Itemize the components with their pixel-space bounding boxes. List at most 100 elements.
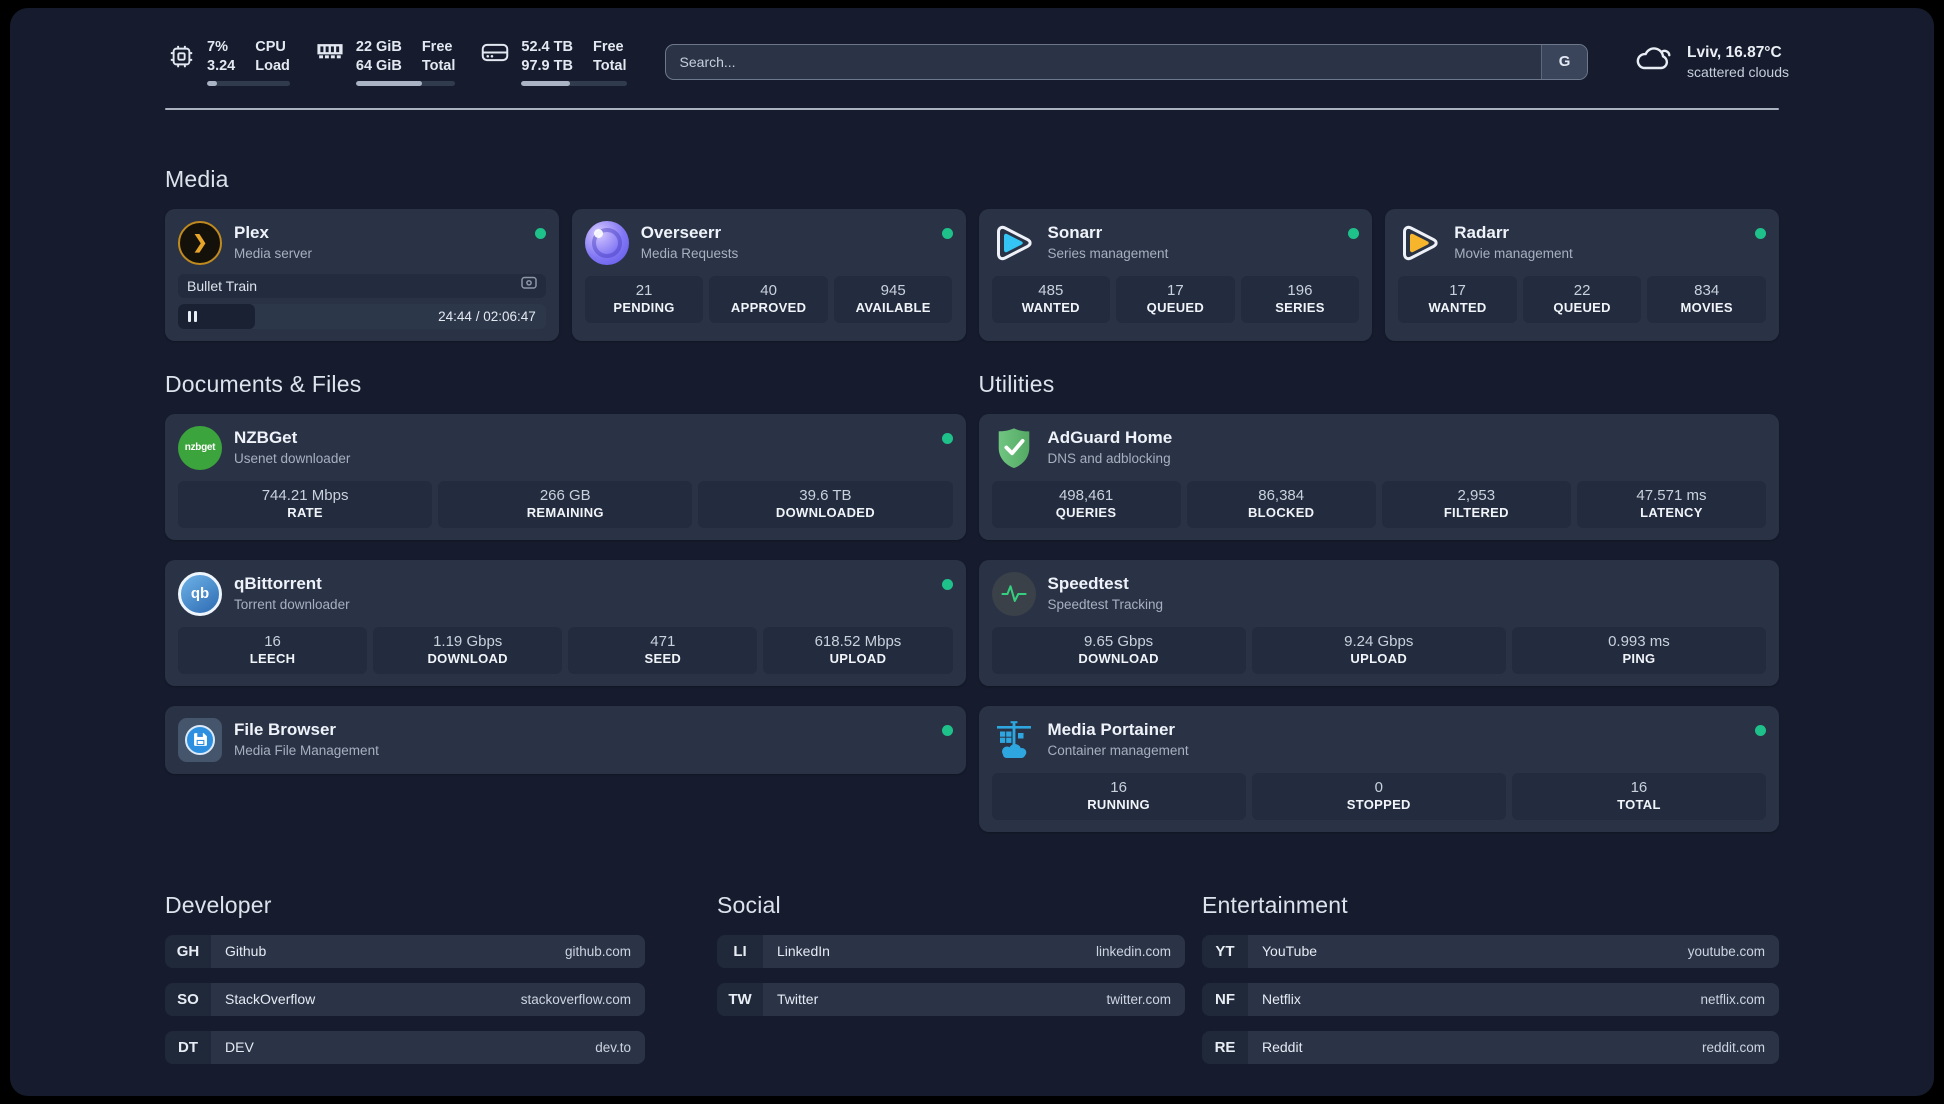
stat-value: 834 (1694, 281, 1720, 299)
stat-label: UPLOAD (1350, 650, 1408, 666)
app-card-speedtest[interactable]: Speedtest Speedtest Tracking 9.65 Gbps D… (978, 559, 1779, 686)
stat-tile-queries: 498,461 QUERIES (991, 480, 1181, 528)
playback-time: 24:44 / 02:06:47 (438, 308, 536, 324)
stat-label: QUEUED (1553, 299, 1611, 315)
bookmark-dev-to[interactable]: DT DEV dev.to (165, 1030, 645, 1064)
stat-value: 266 GB (539, 486, 591, 504)
app-card-filebrowser[interactable]: File Browser Media File Management (165, 705, 966, 774)
top-bar: 7% 3.24 CPU Load 22 GiB 64 GiB Free Tota… (165, 38, 1789, 86)
status-dot-online (941, 227, 953, 239)
stat-tile-stopped: 0 STOPPED (1251, 772, 1506, 820)
stat-value: 21 (635, 281, 653, 299)
weather-widget: Lviv, 16.87°C scattered clouds (1634, 44, 1789, 80)
stat-label: PENDING (613, 299, 675, 315)
stat-tile-queued: 17 QUEUED (1116, 275, 1235, 323)
qbittorrent-icon: qb (178, 571, 222, 616)
app-card-qbittorrent[interactable]: qb qBittorrent Torrent downloader 16 LEE… (165, 559, 966, 686)
storage-progress-fill (521, 80, 570, 86)
stat-value: 39.6 TB (799, 486, 852, 504)
app-card-plex[interactable]: ❯ Plex Media server Bullet Train 24:44 /… (165, 208, 559, 341)
bookmark-twitter[interactable]: TW Twitter twitter.com (717, 982, 1185, 1016)
stat-label: RATE (287, 504, 323, 520)
bookmark-youtube[interactable]: YT YouTube youtube.com (1202, 934, 1779, 968)
app-card-adguard[interactable]: AdGuard Home DNS and adblocking 498,461 … (978, 413, 1779, 540)
app-name: Speedtest (1047, 573, 1129, 593)
stat-label: STOPPED (1346, 796, 1411, 812)
bookmark-linkedin[interactable]: LI LinkedIn linkedin.com (717, 934, 1185, 968)
search-provider-button[interactable]: G (1541, 44, 1588, 79)
stat-tile-download: 9.65 Gbps DOWNLOAD (991, 626, 1246, 674)
stat-value: 16 (264, 632, 281, 650)
app-card-radarr[interactable]: Radarr Movie management 17 WANTED 22 QUE… (1385, 208, 1779, 341)
app-name: Plex (234, 222, 269, 242)
bookmark-name: StackOverflow (225, 991, 316, 1008)
stat-value: 1.19 Gbps (433, 632, 503, 650)
bookmark-reddit[interactable]: RE Reddit reddit.com (1202, 1030, 1779, 1064)
stat-tile-rate: 744.21 Mbps RATE (178, 480, 433, 528)
stat-label: DOWNLOADED (775, 504, 875, 520)
stat-tile-pending: 21 PENDING (584, 275, 704, 323)
stat-label: LATENCY (1640, 504, 1703, 520)
section-title-utilities: Utilities (978, 370, 1055, 397)
storage-total-value: 97.9 TB (521, 57, 573, 74)
search-bar[interactable]: G (664, 43, 1589, 80)
section-utilities: Utilities AdGuard Home DNS and adblockin… (978, 370, 1779, 832)
stat-value: 86,384 (1258, 486, 1305, 504)
app-name: AdGuard Home (1047, 427, 1173, 447)
app-card-overseerr[interactable]: Overseerr Media Requests 21 PENDING 40 A… (571, 208, 966, 341)
bookmark-url: github.com (564, 943, 631, 959)
search-input[interactable] (665, 44, 1542, 79)
dashboard: 7% 3.24 CPU Load 22 GiB 64 GiB Free Tota… (10, 8, 1934, 1096)
overseerr-icon (584, 220, 629, 265)
portainer-crane-icon (992, 718, 1036, 762)
cloud-icon (1634, 44, 1674, 79)
storage-free-value: 52.4 TB (521, 39, 573, 55)
bookmark-github[interactable]: GH Github github.com (165, 934, 645, 968)
adguard-shield-icon (992, 426, 1036, 470)
bookmark-stackoverflow[interactable]: SO StackOverflow stackoverflow.com (165, 982, 645, 1016)
section-entertainment: Entertainment YT YouTube youtube.com NF … (1202, 892, 1779, 1079)
app-description: Media server (234, 246, 313, 262)
stat-value: 945 (880, 281, 906, 299)
app-card-sonarr[interactable]: Sonarr Series management 485 WANTED 17 Q… (978, 208, 1373, 341)
app-description: DNS and adblocking (1047, 451, 1171, 467)
playback-progress-bar[interactable]: 24:44 / 02:06:47 (178, 303, 546, 329)
cpu-progress-fill (207, 80, 217, 86)
app-description: Usenet downloader (234, 451, 351, 467)
stat-tile-upload: 9.24 Gbps UPLOAD (1251, 626, 1506, 674)
bookmark-abbr: TW (717, 982, 763, 1016)
bookmark-url: dev.to (595, 1039, 631, 1055)
section-media: Media ❯ Plex Media server Bullet Train 2… (165, 166, 1779, 341)
bookmark-name: YouTube (1262, 943, 1318, 960)
bookmark-url: youtube.com (1687, 943, 1765, 959)
stat-label: QUERIES (1055, 504, 1117, 520)
stat-label: QUEUED (1146, 299, 1205, 315)
bookmark-netflix[interactable]: NF Netflix netflix.com (1202, 982, 1779, 1016)
app-card-nzbget[interactable]: nzbget NZBGet Usenet downloader 744.21 M… (165, 413, 966, 540)
cpu-load-value: 3.24 (207, 57, 236, 74)
stat-label: REMAINING (526, 504, 604, 520)
stat-label: DOWNLOAD (427, 650, 508, 666)
status-dot-online (534, 227, 546, 239)
bookmark-abbr: YT (1202, 934, 1248, 968)
stat-value: 471 (650, 632, 676, 650)
bookmark-name: Reddit (1262, 1039, 1303, 1056)
storage-stat-widget: 52.4 TB 97.9 TB Free Total (479, 38, 627, 86)
memory-total-label: Total (421, 57, 456, 74)
stat-tile-leech: 16 LEECH (178, 626, 368, 674)
bookmark-abbr: SO (165, 982, 211, 1016)
stat-label: WANTED (1021, 299, 1080, 315)
app-name: Sonarr (1047, 222, 1103, 242)
stat-tile-wanted: 17 WANTED (1398, 275, 1517, 323)
pause-button[interactable] (188, 310, 197, 322)
radarr-icon (1398, 221, 1442, 265)
bookmark-url: reddit.com (1701, 1039, 1765, 1055)
floppy-disk-icon (185, 724, 215, 755)
app-name: qBittorrent (234, 573, 322, 593)
app-description: Media File Management (234, 743, 379, 759)
section-title-developer: Developer (165, 891, 272, 918)
stat-value: 0 (1374, 778, 1383, 796)
stat-label: TOTAL (1617, 796, 1661, 812)
app-card-portainer[interactable]: Media Portainer Container management 16 … (978, 705, 1779, 832)
filebrowser-icon (178, 717, 222, 762)
